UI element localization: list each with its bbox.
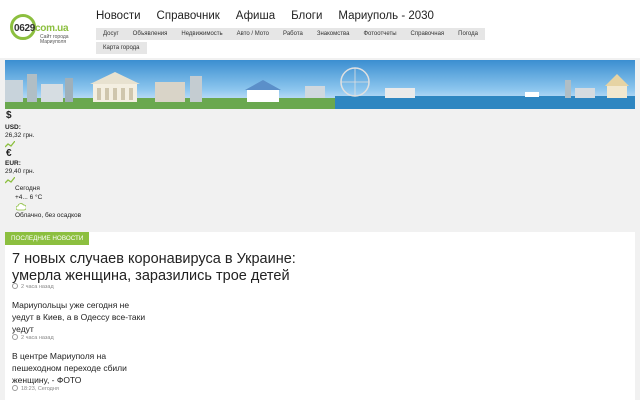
lead-news-time: 2 часа назад: [12, 283, 54, 290]
sub-nav-weather[interactable]: Погода: [451, 28, 485, 40]
news-item-time-text: 2 часа назад: [21, 335, 54, 341]
city-panorama-banner: [5, 60, 635, 109]
euro-icon: €: [6, 148, 12, 159]
weather-label: Сегодня: [15, 185, 40, 192]
main-nav-afisha[interactable]: Афиша: [236, 10, 275, 22]
weather-temp: +4... 6 °C: [15, 194, 43, 201]
lead-news-time-text: 2 часа назад: [21, 284, 54, 290]
news-item-time: 18:23, Сегодня: [12, 385, 59, 392]
dollar-icon: $: [6, 110, 12, 121]
skyline-illustration: [5, 67, 635, 109]
clock-icon: [12, 385, 18, 391]
latest-news-tag[interactable]: ПОСЛЕДНИЕ НОВОСТИ: [5, 232, 90, 245]
news-item-time: 2 часа назад: [12, 334, 54, 341]
main-nav-mariupol-2030[interactable]: Мариуполь - 2030: [338, 10, 434, 22]
news-item-time-text: 18:23, Сегодня: [21, 386, 59, 392]
lead-news-title[interactable]: 7 новых случаев коронавируса в Украине: …: [12, 251, 312, 285]
main-nav-news[interactable]: Новости: [96, 10, 141, 22]
cloud-icon: [16, 203, 26, 211]
usd-value: 26,32 грн.: [5, 132, 35, 139]
clock-icon: [12, 334, 18, 340]
sub-nav-jobs[interactable]: Работа: [276, 28, 310, 40]
trend-up-icon: [5, 177, 15, 184]
trend-up-icon: [5, 141, 15, 148]
site-header: 0629com.ua Сайт города Мариуполя Новости…: [0, 0, 640, 58]
weather-description: Облачно, без осадков: [15, 212, 82, 219]
main-nav-directory[interactable]: Справочник: [157, 10, 220, 22]
main-nav-blogs[interactable]: Блоги: [291, 10, 322, 22]
news-feed: ПОСЛЕДНИЕ НОВОСТИ 7 новых случаев корона…: [5, 232, 635, 400]
logo-text: 0629com.ua: [14, 23, 69, 34]
sub-nav-auto[interactable]: Авто / Мото: [229, 28, 277, 40]
news-item-title[interactable]: Мариупольцы уже сегодня не уедут в Киев,…: [12, 299, 152, 335]
sub-nav-reference[interactable]: Справочная: [403, 28, 452, 40]
logo-name: 0629: [14, 23, 36, 34]
site-logo[interactable]: 0629com.ua Сайт города Мариуполя: [10, 14, 82, 48]
clock-icon: [12, 283, 18, 289]
sub-nav-real-estate[interactable]: Недвижимость: [174, 28, 230, 40]
sub-nav-photo-reports[interactable]: Фотоотчеты: [356, 28, 404, 40]
logo-tld: com.ua: [35, 23, 69, 34]
main-nav: Новости Справочник Афиша Блоги Мариуполь…: [96, 10, 450, 22]
sub-nav-leisure[interactable]: Досуг: [96, 28, 126, 40]
eur-value: 29,40 грн.: [5, 168, 35, 175]
eur-code: EUR:: [5, 160, 21, 167]
sub-nav: Досуг Объявления Недвижимость Авто / Мот…: [96, 28, 526, 56]
usd-code: USD:: [5, 124, 21, 131]
logo-tagline: Сайт города Мариуполя: [40, 34, 69, 45]
sub-nav-dating[interactable]: Знакомства: [309, 28, 357, 40]
news-item-title[interactable]: В центре Мариуполя на пешеходном переход…: [12, 350, 152, 386]
sub-nav-ads[interactable]: Объявления: [125, 28, 175, 40]
sub-nav-city-map[interactable]: Карта города: [96, 42, 147, 54]
